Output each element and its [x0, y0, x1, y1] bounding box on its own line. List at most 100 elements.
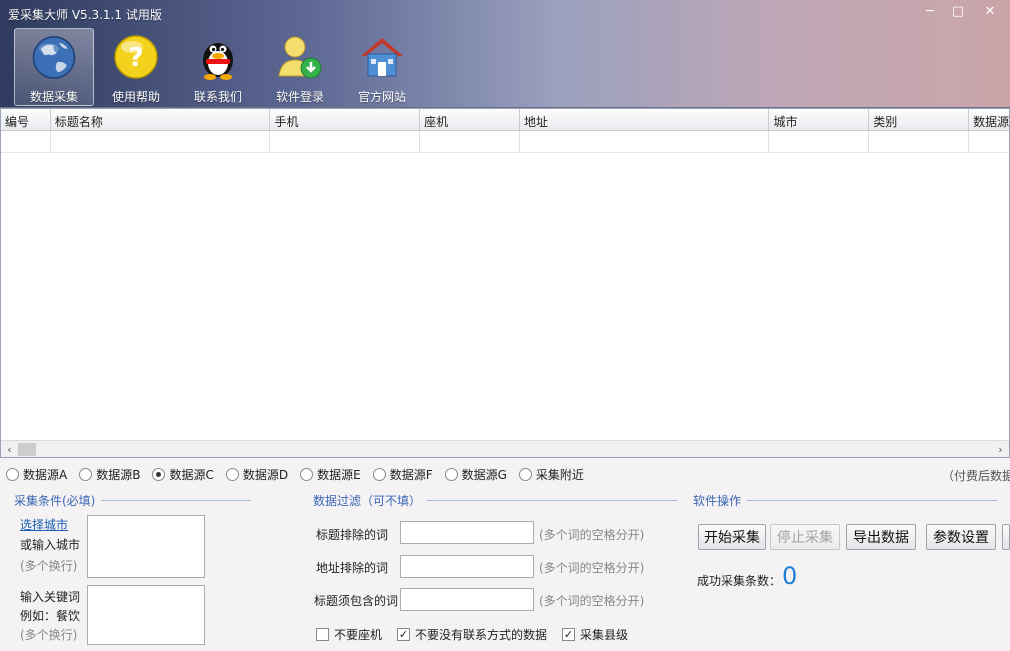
- radio-icon: [225, 467, 239, 481]
- toolbar-label: 使用帮助: [111, 90, 160, 104]
- radio-label: 采集附近: [535, 467, 584, 482]
- checkbox-empty-icon: [316, 628, 329, 641]
- scroll-thumb[interactable]: [18, 442, 36, 456]
- home-icon: [361, 38, 403, 77]
- settings-button[interactable]: 参数设置: [926, 524, 996, 550]
- no-contact-checkbox[interactable]: ✓ 不要没有联系方式的数据: [397, 626, 547, 643]
- collect-section-title: 采集条件(必填): [14, 492, 252, 509]
- column-header[interactable]: 类别: [869, 109, 970, 130]
- column-header[interactable]: 标题名称: [51, 109, 271, 130]
- column-header[interactable]: 手机: [270, 109, 421, 130]
- address-exclude-label: 地址排除的词: [316, 561, 389, 575]
- radio-source-a[interactable]: 数据源A: [6, 466, 67, 483]
- svg-text:?: ?: [128, 43, 143, 73]
- radio-icon: [79, 467, 93, 481]
- radio-label: 数据源A: [23, 467, 68, 482]
- paid-note: （付费后数据: [942, 469, 1010, 483]
- table-cell: [769, 131, 870, 152]
- title-include-label: 标题须包含的词: [314, 594, 399, 608]
- title-exclude-input[interactable]: [400, 521, 534, 544]
- section-title-text: 采集条件(必填): [14, 494, 96, 508]
- radio-source-d[interactable]: 数据源D: [225, 466, 288, 483]
- no-landline-checkbox[interactable]: 不要座机: [316, 626, 382, 643]
- radio-source-g[interactable]: 数据源G: [444, 466, 507, 483]
- toolbar-label: 数据采集: [29, 90, 78, 104]
- checkbox-label: 不要没有联系方式的数据: [415, 628, 548, 642]
- stop-collect-button[interactable]: 停止采集: [770, 524, 840, 550]
- radio-label: 数据源C: [169, 467, 214, 482]
- close-button[interactable]: ✕: [972, 0, 1008, 22]
- filter-section-title: 数据过滤（可不填）: [313, 492, 678, 509]
- column-header[interactable]: 数据源: [969, 109, 1009, 130]
- toolbar-login[interactable]: 软件登录: [260, 28, 340, 106]
- address-exclude-input[interactable]: [400, 555, 534, 578]
- maximize-button[interactable]: □: [944, 0, 972, 22]
- minimize-button[interactable]: ─: [916, 0, 944, 22]
- data-source-options: 数据源A 数据源B 数据源C 数据源D 数据源E 数据源F 数据源G 采集附近 …: [6, 464, 1010, 484]
- start-collect-button[interactable]: 开始采集: [698, 524, 766, 550]
- toolbar-contact[interactable]: 联系我们: [178, 28, 258, 106]
- county-level-checkbox[interactable]: ✓ 采集县级: [562, 626, 628, 643]
- table-cell: [51, 131, 271, 152]
- address-exclude-hint: (多个词的空格分开): [539, 561, 645, 575]
- keyword-textarea[interactable]: [87, 585, 205, 645]
- success-count-label: 成功采集条数：: [697, 574, 782, 588]
- radio-source-f[interactable]: 数据源F: [372, 466, 433, 483]
- section-divider: [427, 500, 678, 501]
- city-textarea[interactable]: [87, 515, 205, 578]
- radio-source-c[interactable]: 数据源C: [152, 466, 214, 483]
- radio-icon: [6, 467, 19, 481]
- title-exclude-hint: (多个词的空格分开): [539, 528, 645, 542]
- radio-source-b[interactable]: 数据源B: [79, 466, 140, 483]
- keyword-hint: (多个换行): [20, 628, 78, 642]
- table-row[interactable]: [1, 131, 1009, 153]
- radio-label: 数据源G: [461, 467, 507, 482]
- ops-section-title: 软件操作: [693, 492, 998, 509]
- section-divider: [101, 500, 252, 501]
- toolbar-website[interactable]: 官方网站: [342, 28, 422, 106]
- title-bar: 爱采集大师 V5.3.1.1 试用版 ─ □ ✕ 数据采集 ? 使用帮助 联系我…: [0, 0, 1010, 108]
- radio-label: 数据源F: [389, 467, 433, 482]
- results-table[interactable]: 编号 标题名称 手机 座机 地址 城市 类别 数据源 ‹ ›: [0, 108, 1010, 458]
- window-title: 爱采集大师 V5.3.1.1 试用版: [8, 8, 162, 22]
- city-hint: (多个换行): [20, 559, 78, 573]
- keyword-example: 例如：餐饮: [20, 609, 81, 623]
- select-city-link[interactable]: 选择城市: [20, 516, 68, 533]
- column-header[interactable]: 编号: [1, 109, 51, 130]
- radio-icon: [518, 467, 532, 481]
- table-cell: [420, 131, 520, 152]
- table-cell: [869, 131, 970, 152]
- scroll-right-icon[interactable]: ›: [992, 443, 1009, 456]
- horizontal-scrollbar[interactable]: ‹ ›: [1, 440, 1009, 457]
- table-cell: [969, 131, 1009, 152]
- user-login-icon: [278, 36, 322, 79]
- keyword-label: 输入关键词: [20, 590, 81, 604]
- table-cell: [270, 131, 421, 152]
- export-data-button[interactable]: 导出数据: [846, 524, 916, 550]
- column-header[interactable]: 城市: [769, 109, 870, 130]
- main-toolbar: 数据采集 ? 使用帮助 联系我们 软件登录 官方网站: [14, 28, 424, 106]
- toolbar-help[interactable]: ? 使用帮助: [96, 28, 176, 106]
- checkmark-icon: ✓: [562, 628, 575, 641]
- radio-icon: [300, 467, 314, 481]
- table-header: 编号 标题名称 手机 座机 地址 城市 类别 数据源: [1, 109, 1009, 131]
- section-divider: [747, 500, 998, 501]
- toolbar-data-collect[interactable]: 数据采集: [14, 28, 94, 106]
- help-icon: ?: [114, 35, 158, 79]
- section-title-text: 数据过滤（可不填）: [313, 494, 422, 508]
- scroll-left-icon[interactable]: ‹: [1, 443, 18, 456]
- table-cell: [1, 131, 51, 152]
- success-count-value: 0: [782, 562, 798, 590]
- table-cell: [520, 131, 770, 152]
- radio-nearby[interactable]: 采集附近: [518, 466, 584, 483]
- radio-label: 数据源E: [317, 467, 361, 482]
- section-title-text: 软件操作: [693, 494, 742, 508]
- toolbar-label: 软件登录: [275, 90, 324, 104]
- column-header[interactable]: 地址: [520, 109, 770, 130]
- column-header[interactable]: 座机: [420, 109, 520, 130]
- checkbox-label: 不要座机: [334, 628, 383, 642]
- radio-source-e[interactable]: 数据源E: [300, 466, 361, 483]
- toolbar-label: 官方网站: [357, 90, 406, 104]
- title-include-input[interactable]: [400, 588, 534, 611]
- overflow-button[interactable]: [1002, 524, 1010, 550]
